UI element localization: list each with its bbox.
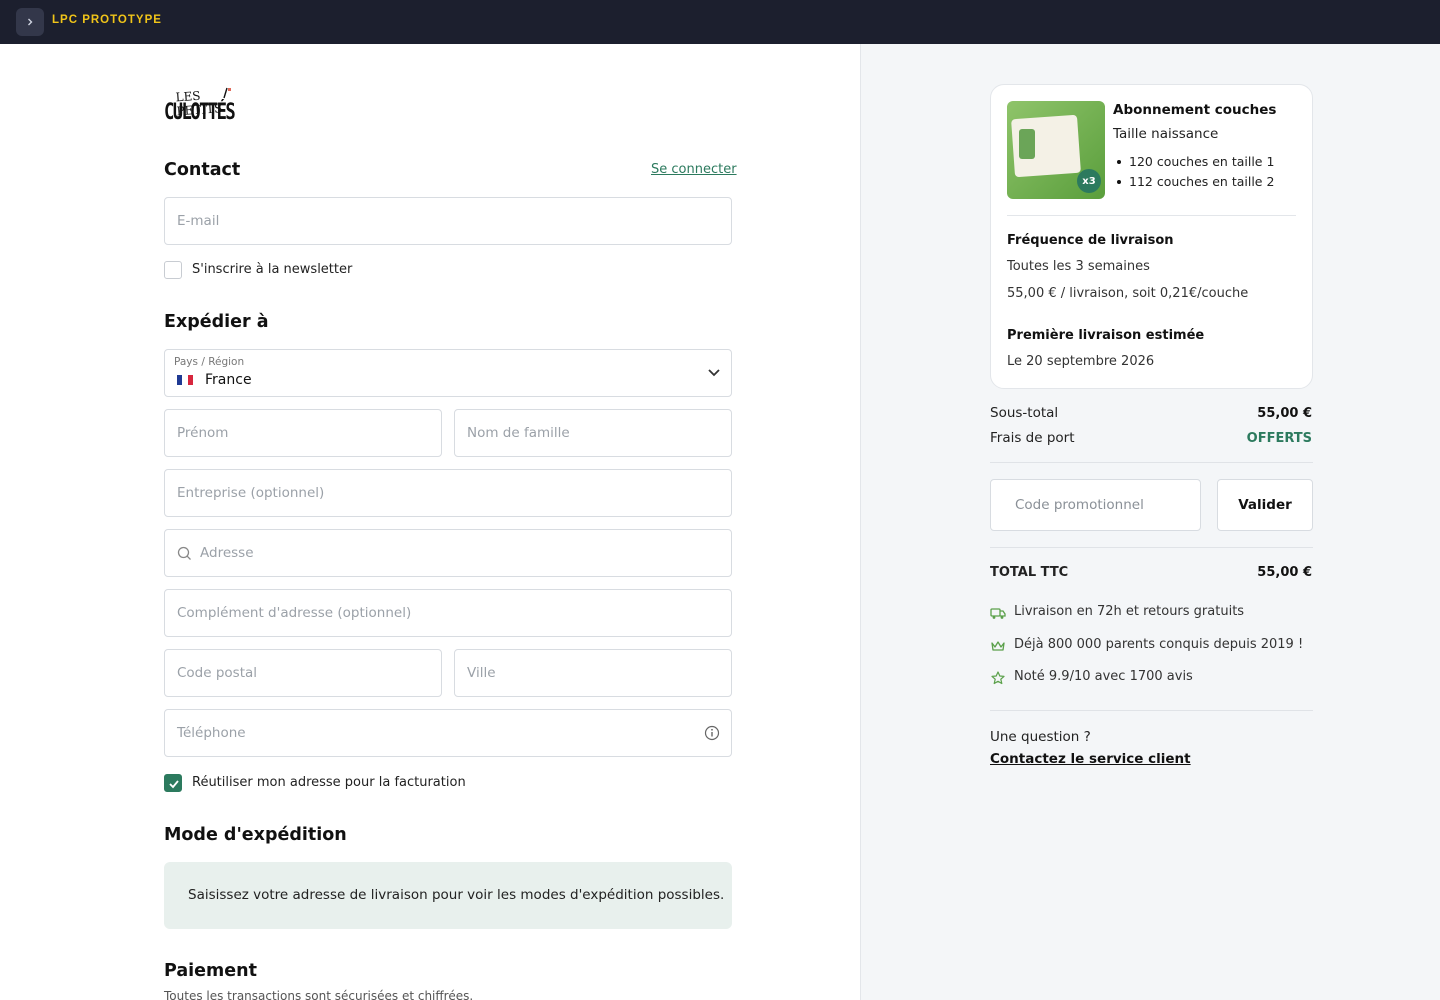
list-item: 120 couches en taille 1	[1116, 152, 1274, 172]
product-subtitle: Taille naissance	[1113, 126, 1219, 142]
payment-title: Paiement	[164, 961, 257, 981]
total-value: 55,00 €	[1257, 565, 1312, 580]
chevron-right-icon	[28, 18, 33, 26]
address2-placeholder: Complément d'adresse (optionnel)	[177, 605, 412, 621]
product-title: Abonnement couches	[1113, 102, 1277, 118]
diaper-pack-accent	[1019, 129, 1035, 159]
product-card: x3 Abonnement couches Taille naissance 1…	[990, 84, 1313, 389]
shipping-method-info-text: Saisissez votre adresse de livraison pou…	[188, 887, 725, 903]
perk-parents-text: Déjà 800 000 parents conquis depuis 2019…	[1014, 637, 1304, 652]
country-label: Pays / Région	[174, 356, 245, 368]
card-divider	[1007, 215, 1296, 216]
contact-title: Contact	[164, 160, 241, 180]
list-item: 112 couches en taille 2	[1116, 172, 1274, 192]
logo-mark-icon	[223, 87, 231, 99]
shipping-cost-value: OFFERTS	[1246, 431, 1312, 446]
summary-divider	[990, 462, 1313, 463]
last-name-placeholder: Nom de famille	[467, 425, 570, 441]
total-label: TOTAL TTC	[990, 565, 1069, 580]
phone-placeholder: Téléphone	[177, 725, 246, 741]
subtotal-value: 55,00 €	[1257, 406, 1312, 421]
prototype-title: LPC PROTOTYPE	[52, 14, 162, 26]
email-placeholder: E-mail	[177, 213, 220, 229]
country-select[interactable]: Pays / Région France	[164, 349, 732, 397]
company-field[interactable]: Entreprise (optionnel)	[164, 469, 732, 517]
summary-divider	[990, 547, 1313, 548]
reuse-billing-label: Réutiliser mon adresse pour la facturati…	[192, 775, 466, 790]
address2-field[interactable]: Complément d'adresse (optionnel)	[164, 589, 732, 637]
product-image: x3	[1007, 101, 1105, 199]
info-icon[interactable]	[704, 725, 720, 741]
summary-divider	[990, 710, 1313, 711]
perk-rating-text: Noté 9.9/10 avec 1700 avis	[1014, 669, 1193, 684]
first-name-placeholder: Prénom	[177, 425, 229, 441]
crown-icon	[991, 641, 1005, 651]
perk-shipping-text: Livraison en 72h et retours gratuits	[1014, 604, 1245, 619]
shipping-method-title: Mode d'expédition	[164, 825, 347, 845]
check-icon	[169, 780, 179, 789]
first-delivery-value: Le 20 septembre 2026	[1007, 354, 1155, 369]
shipping-title: Expédier à	[164, 312, 269, 332]
price-line: 55,00 € / livraison, soit 0,21€/couche	[1007, 286, 1249, 301]
city-placeholder: Ville	[467, 665, 496, 681]
star-icon	[991, 671, 1005, 685]
newsletter-checkbox[interactable]	[164, 261, 182, 279]
order-summary: x3 Abonnement couches Taille naissance 1…	[860, 44, 1440, 1000]
quantity-badge: x3	[1077, 169, 1101, 193]
first-delivery-label: Première livraison estimée	[1007, 328, 1205, 343]
checkout-form: LES PETITS CULOTTÉS Contact Se connecter…	[0, 44, 860, 1000]
contact-support-link[interactable]: Contactez le service client	[990, 751, 1191, 767]
frequency-label: Fréquence de livraison	[1007, 233, 1174, 248]
product-items-list: 120 couches en taille 1 112 couches en t…	[1116, 152, 1274, 192]
first-name-field[interactable]: Prénom	[164, 409, 442, 457]
france-flag-icon	[177, 375, 193, 385]
frequency-value: Toutes les 3 semaines	[1007, 259, 1150, 274]
newsletter-label: S'inscrire à la newsletter	[192, 262, 353, 277]
promo-code-placeholder: Code promotionnel	[1015, 497, 1144, 513]
country-value: France	[205, 372, 252, 388]
phone-field[interactable]: Téléphone	[164, 709, 732, 757]
logo-line-2: CULOTTÉS	[164, 100, 236, 125]
expand-sidebar-button[interactable]	[16, 8, 44, 36]
truck-icon	[990, 608, 1006, 619]
postal-code-placeholder: Code postal	[177, 665, 258, 681]
promo-code-input[interactable]: Code promotionnel	[990, 479, 1201, 531]
address-placeholder: Adresse	[200, 545, 254, 561]
shipping-method-info: Saisissez votre adresse de livraison pou…	[164, 862, 732, 929]
validate-promo-button[interactable]: Valider	[1217, 479, 1313, 531]
subtotal-label: Sous-total	[990, 405, 1059, 421]
question-text: Une question ?	[990, 729, 1091, 745]
brand-logo[interactable]: LES PETITS CULOTTÉS	[164, 86, 244, 130]
postal-code-field[interactable]: Code postal	[164, 649, 442, 697]
payment-subtitle: Toutes les transactions sont sécurisées …	[164, 989, 474, 1000]
company-placeholder: Entreprise (optionnel)	[177, 485, 325, 501]
address-field[interactable]: Adresse	[164, 529, 732, 577]
last-name-field[interactable]: Nom de famille	[454, 409, 732, 457]
top-bar: LPC PROTOTYPE	[0, 0, 1440, 44]
chevron-down-icon	[708, 369, 720, 377]
email-field[interactable]: E-mail	[164, 197, 732, 245]
reuse-billing-checkbox[interactable]	[164, 774, 182, 792]
search-icon	[177, 546, 191, 560]
login-link[interactable]: Se connecter	[651, 162, 737, 177]
shipping-cost-label: Frais de port	[990, 430, 1075, 446]
city-field[interactable]: Ville	[454, 649, 732, 697]
